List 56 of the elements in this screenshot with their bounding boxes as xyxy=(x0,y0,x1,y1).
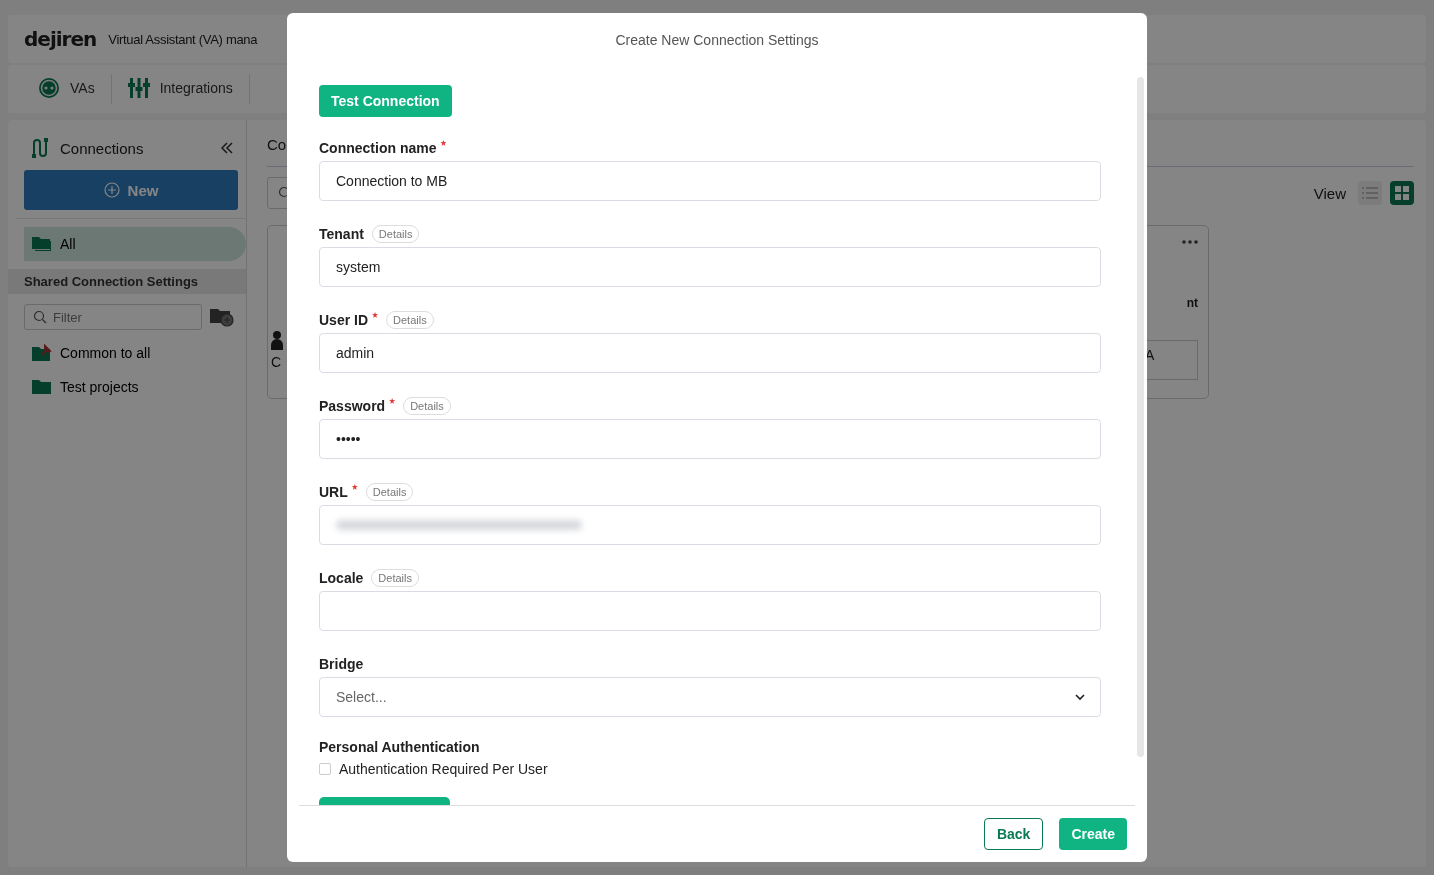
more-icon[interactable] xyxy=(1182,240,1198,244)
details-button[interactable]: Details xyxy=(403,397,451,415)
select-field[interactable]: Select... xyxy=(319,677,1101,717)
nav-tab[interactable]: Integrations xyxy=(111,65,249,113)
scrollbar[interactable] xyxy=(1137,77,1144,757)
section-header: Shared Connection Settings xyxy=(8,269,246,294)
add-folder-icon[interactable] xyxy=(210,307,234,327)
filter-field[interactable]: Filter xyxy=(24,304,202,330)
input-field[interactable] xyxy=(319,591,1101,631)
input-field[interactable]: Connection to MB xyxy=(319,161,1101,201)
field-label: Password xyxy=(319,398,386,414)
card-text: C xyxy=(271,354,283,370)
create-button[interactable]: Create xyxy=(1059,818,1127,850)
details-button[interactable]: Details xyxy=(371,569,419,587)
collapse-icon[interactable] xyxy=(220,142,234,154)
pinned-folder-icon xyxy=(32,344,52,362)
folder-item[interactable]: Test projects xyxy=(8,370,246,404)
field-label: Locale xyxy=(319,570,364,586)
details-button[interactable]: Details xyxy=(386,311,434,329)
chevron-down-icon xyxy=(1074,693,1086,701)
folder-icon xyxy=(32,379,52,395)
sliders-icon xyxy=(127,78,150,98)
card-text: nt xyxy=(1186,296,1198,310)
robot-face-icon xyxy=(38,77,60,99)
input-field[interactable]: system xyxy=(319,247,1101,287)
grid-icon xyxy=(1394,185,1410,201)
section-heading: Personal Authentication xyxy=(319,739,481,755)
field-label: User ID xyxy=(319,312,369,328)
field-label: Bridge xyxy=(319,656,364,672)
new-button[interactable]: New xyxy=(24,170,238,210)
field-label: URL xyxy=(319,484,348,500)
content-heading: Co xyxy=(267,136,287,155)
input-field[interactable]: admin xyxy=(319,333,1101,373)
nav-tab[interactable]: VAs xyxy=(22,65,111,113)
plus-circle-icon xyxy=(103,182,120,198)
list-icon xyxy=(1362,186,1378,200)
grid-view-button[interactable] xyxy=(1390,181,1414,205)
field-label: Tenant xyxy=(319,226,364,242)
app-title: Virtual Assistant (VA) mana xyxy=(108,31,258,47)
details-button[interactable]: Details xyxy=(371,225,420,243)
details-button[interactable]: Details xyxy=(365,483,414,501)
auth-checkbox[interactable]: Authentication Required Per User xyxy=(319,761,1101,777)
field-label: Connection name xyxy=(319,140,437,156)
search-icon xyxy=(33,310,47,324)
view-label: View xyxy=(1313,184,1346,202)
dialog-title: Create New Connection Settings xyxy=(614,31,820,50)
list-view-button[interactable] xyxy=(1358,181,1382,205)
folders-icon xyxy=(32,236,52,252)
test-connection-button[interactable]: Test Connection xyxy=(319,85,452,117)
input-field[interactable]: ••••• xyxy=(319,419,1101,459)
sidebar-title: Connections xyxy=(60,139,145,157)
folder-item[interactable]: Common to all xyxy=(8,336,246,370)
folder-item[interactable]: All xyxy=(24,227,246,261)
back-button[interactable]: Back xyxy=(983,818,1044,850)
input-field[interactable] xyxy=(319,505,1101,545)
logo: dejiren xyxy=(24,27,97,51)
